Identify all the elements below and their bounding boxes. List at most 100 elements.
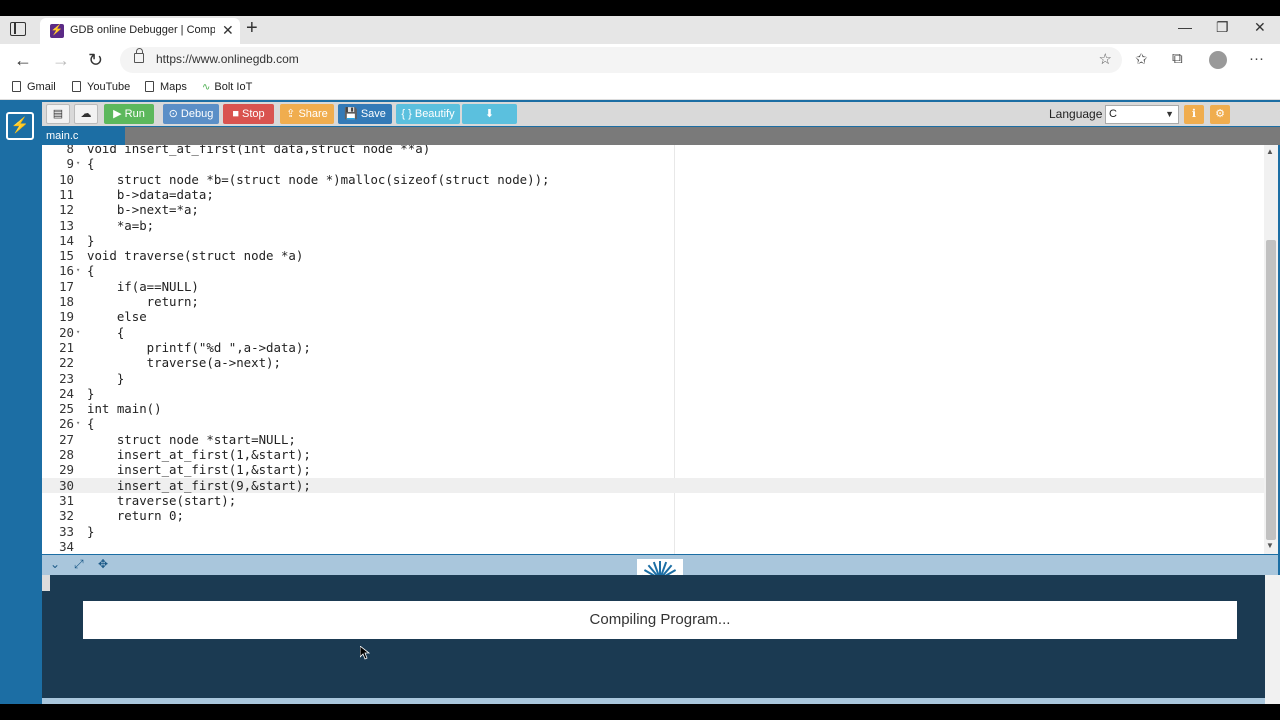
bookmark-gmail[interactable]: Gmail — [12, 81, 56, 93]
code-line[interactable]: 28 insert_at_first(1,&start); — [42, 447, 1264, 462]
pin-icon[interactable]: ✥ — [98, 557, 108, 571]
tab-actions-icon[interactable] — [10, 22, 26, 36]
code-line[interactable]: 23 } — [42, 371, 1264, 386]
line-number: 30 — [59, 477, 74, 493]
code-line[interactable]: 30 insert_at_first(9,&start); — [42, 477, 1264, 493]
code-text: { — [87, 156, 95, 172]
download-button[interactable]: ⬇ — [462, 104, 517, 124]
language-label: Language — [1049, 107, 1103, 121]
save-button[interactable]: 💾 Save — [338, 104, 392, 124]
scrollbar-thumb[interactable] — [1266, 240, 1276, 540]
code-text: struct node *b=(struct node *)malloc(siz… — [87, 171, 550, 187]
settings-gear-icon[interactable]: ⚙ — [1210, 105, 1230, 124]
page-icon — [72, 81, 81, 92]
code-line[interactable]: 22 traverse(a->next); — [42, 355, 1264, 370]
code-line[interactable]: 31 traverse(start); — [42, 493, 1264, 508]
info-icon[interactable]: ℹ — [1184, 105, 1204, 124]
code-line[interactable]: 19 else — [42, 309, 1264, 324]
add-favorite-icon[interactable]: ☆ — [1099, 50, 1112, 68]
reload-icon[interactable]: ↻ — [88, 50, 103, 71]
code-line[interactable]: 17 if(a==NULL) — [42, 279, 1264, 294]
scroll-up-icon[interactable]: ▲ — [1266, 147, 1274, 156]
new-file-icon[interactable]: ▤ — [46, 104, 70, 124]
code-line[interactable]: 15 void traverse(struct node *a) — [42, 248, 1264, 263]
line-number: 9 — [66, 156, 74, 172]
code-line[interactable]: 8 void insert_at_first(int data,struct no… — [42, 145, 1264, 156]
code-line[interactable]: 12 b->next=*a; — [42, 202, 1264, 217]
bookmark-youtube[interactable]: YouTube — [72, 81, 130, 93]
code-text: } — [87, 523, 95, 539]
page-scrollbar[interactable] — [1265, 575, 1280, 704]
line-number: 34 — [59, 538, 74, 554]
url-bar[interactable]: https://www.onlinegdb.com ☆ — [120, 47, 1122, 73]
output-console: Compiling Program... — [42, 575, 1265, 698]
language-select[interactable]: C ▼ — [1105, 105, 1179, 124]
chevron-down-icon: ▼ — [1165, 109, 1174, 119]
page-icon — [12, 81, 21, 92]
stop-button[interactable]: ■ Stop — [223, 104, 274, 124]
scroll-down-icon[interactable]: ▼ — [1266, 541, 1274, 550]
tab-close-icon[interactable]: ✕ — [222, 22, 234, 39]
code-line[interactable]: 29 insert_at_first(1,&start); — [42, 462, 1264, 477]
collapse-chevron-icon[interactable]: ⌄ — [50, 557, 60, 571]
bookmark-maps[interactable]: Maps — [145, 81, 187, 93]
back-icon[interactable]: ← — [14, 50, 32, 71]
line-number: 27 — [59, 431, 74, 447]
code-line[interactable]: 33} — [42, 524, 1264, 539]
fold-arrow-icon[interactable]: ▾ — [76, 416, 80, 431]
new-tab-button[interactable]: + — [246, 17, 258, 40]
bookmark-bolt-iot[interactable]: ∿ Bolt IoT — [202, 81, 252, 93]
sidebar-toggle-bolt-icon[interactable]: ⚡ — [6, 112, 34, 140]
fold-arrow-icon[interactable]: ▾ — [76, 325, 80, 340]
compiling-status: Compiling Program... — [83, 601, 1237, 639]
window-close-icon[interactable]: ✕ — [1254, 19, 1266, 36]
code-line[interactable]: 16 ▾ { — [42, 263, 1264, 278]
code-text: b->next=*a; — [87, 202, 199, 218]
browser-tab[interactable]: ⚡ GDB online Debugger | Compiler ✕ — [40, 18, 240, 44]
onlinegdb-favicon-icon: ⚡ — [50, 24, 64, 38]
code-line[interactable]: 34 — [42, 539, 1264, 554]
line-number: 14 — [59, 232, 74, 248]
code-line[interactable]: 11 b->data=data; — [42, 187, 1264, 202]
line-number: 11 — [59, 186, 74, 202]
editor-vertical-scrollbar[interactable]: ▲ ▼ — [1264, 145, 1278, 554]
upload-icon[interactable]: ☁ — [74, 104, 98, 124]
code-line[interactable]: 25 int main() — [42, 401, 1264, 416]
code-line[interactable]: 21 printf("%d ",a->data); — [42, 340, 1264, 355]
browser-tab-bar: ⚡ GDB online Debugger | Compiler ✕ + — ❐… — [0, 16, 1280, 44]
line-number: 31 — [59, 492, 74, 508]
code-line[interactable]: 24} — [42, 386, 1264, 401]
expand-icon[interactable]: ⤢ — [74, 557, 84, 572]
code-line[interactable]: 26 ▾ { — [42, 416, 1264, 431]
code-line[interactable]: 10 struct node *b=(struct node *)malloc(… — [42, 172, 1264, 187]
code-line[interactable]: 9 ▾ { — [42, 156, 1264, 171]
code-line[interactable]: 27 struct node *start=NULL; — [42, 432, 1264, 447]
favorites-icon[interactable]: ✩ — [1135, 50, 1148, 68]
more-menu-icon[interactable]: ··· — [1249, 50, 1264, 67]
minimize-icon[interactable]: — — [1178, 19, 1192, 35]
tab-title: GDB online Debugger | Compiler — [70, 24, 215, 36]
share-button[interactable]: ⇪ Share — [280, 104, 334, 124]
line-number: 12 — [59, 202, 74, 218]
maximize-icon[interactable]: ❐ — [1216, 19, 1229, 36]
fold-arrow-icon[interactable]: ▾ — [76, 263, 80, 278]
code-line[interactable]: 18 return; — [42, 294, 1264, 309]
file-tab-main-c[interactable]: main.c — [42, 127, 125, 145]
code-line[interactable]: 20 ▾ { — [42, 325, 1264, 340]
run-button[interactable]: ▶ Run — [104, 104, 154, 124]
fold-arrow-icon[interactable]: ▾ — [76, 156, 80, 171]
debug-button[interactable]: ⊙ Debug — [163, 104, 219, 124]
code-editor[interactable]: 8 void insert_at_first(int data,struct no… — [42, 145, 1278, 554]
code-text: } — [87, 370, 125, 386]
profile-avatar[interactable] — [1209, 51, 1227, 69]
collections-icon[interactable]: ⧉ — [1172, 50, 1183, 67]
address-toolbar: ← → ↻ https://www.onlinegdb.com ☆ ✩ ⧉ ··… — [0, 44, 1280, 76]
url-text: https://www.onlinegdb.com — [156, 52, 299, 66]
beautify-button[interactable]: { } Beautify — [396, 104, 460, 124]
code-line[interactable]: 13 *a=b; — [42, 218, 1264, 233]
code-line[interactable]: 32 return 0; — [42, 508, 1264, 523]
line-number: 32 — [59, 508, 74, 524]
forward-icon[interactable]: → — [52, 50, 70, 71]
line-number: 24 — [59, 385, 74, 401]
code-line[interactable]: 14} — [42, 233, 1264, 248]
